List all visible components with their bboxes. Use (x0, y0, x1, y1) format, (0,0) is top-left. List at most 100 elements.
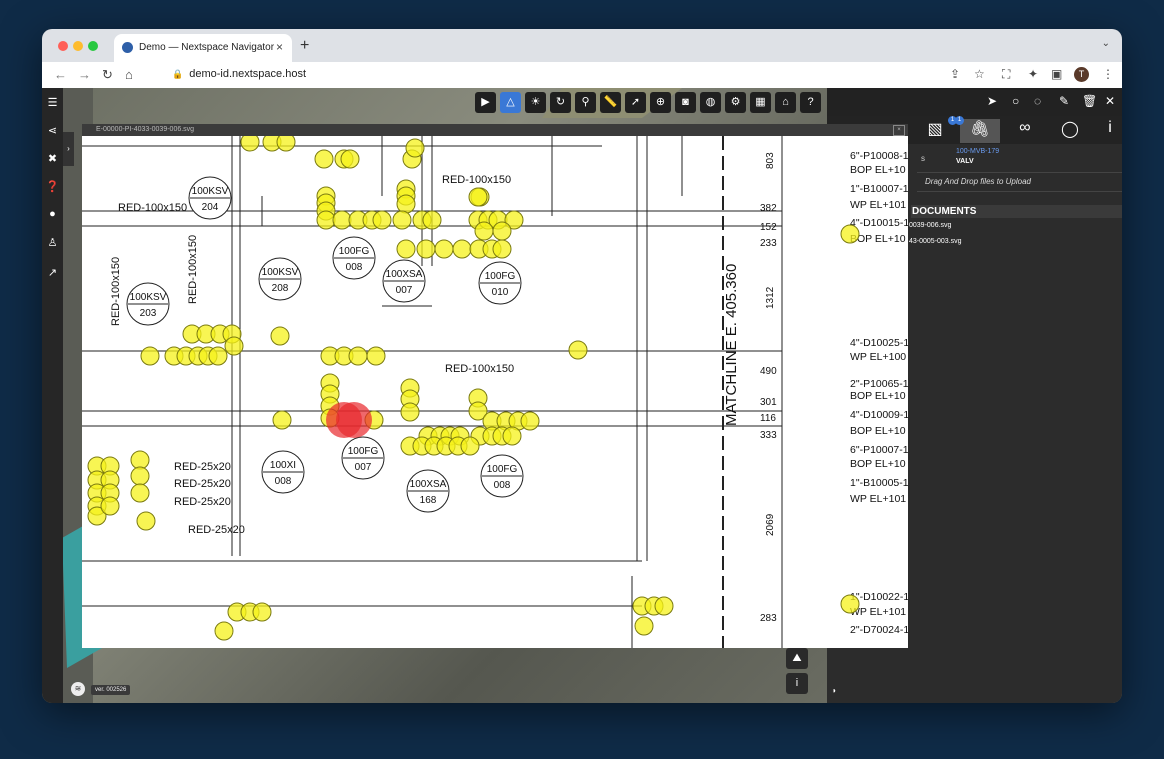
tab-links[interactable]: ∞ (1010, 119, 1040, 143)
dimension-value: 1312 (765, 286, 776, 309)
tab-attachments[interactable]: 🖇 (960, 119, 1000, 143)
screenshot-icon[interactable]: ⛶ (1002, 67, 1010, 82)
viewer-close-icon[interactable]: × (893, 125, 905, 136)
circle-icon[interactable]: ○ (1012, 94, 1019, 108)
reducer-label: RED-100x150 (442, 174, 511, 186)
forward-icon[interactable]: → (78, 67, 91, 82)
viewer-header: E-00000-PI-4033-0039-006.svg × (82, 124, 908, 136)
address-bar: ← → ↻ ⌂ 🔒 demo-id.nextspace.host ⇪ ☆ ⛶ ✦ … (42, 62, 1122, 89)
tag-marker (452, 239, 472, 259)
play-icon[interactable]: ▶ (475, 92, 496, 113)
pencil-icon[interactable]: ✎ (1059, 94, 1069, 108)
navigation-mode-icon[interactable]: △ (500, 92, 521, 113)
pipe-spec-label: 4"-D10025-1 (850, 337, 908, 349)
tag-marker (468, 187, 488, 207)
tag-marker (634, 616, 654, 636)
select-pointer-icon[interactable]: ➚ (625, 92, 646, 113)
help-icon[interactable]: ❓ (42, 180, 63, 193)
paperclip-icon: 🖇 (969, 121, 991, 138)
document-link[interactable]: 0039-006.svg (909, 222, 951, 229)
close-panel-icon[interactable]: ✕ (1105, 94, 1115, 108)
tag-marker (136, 511, 156, 531)
svg-drawing-viewer[interactable]: MATCHLINE E. 405.360 RED-100x150 RED-100x1… (82, 136, 908, 648)
reload-icon[interactable]: ↻ (102, 67, 113, 83)
profile-avatar[interactable]: T (1074, 67, 1089, 82)
reducer-label: RED-25x20 (174, 496, 231, 508)
tag-marker (316, 210, 336, 230)
maximize-window-button[interactable] (88, 41, 98, 51)
item-id[interactable]: 100-MVB-179 (956, 148, 999, 155)
home-icon[interactable]: ⌂ (125, 67, 133, 82)
sidepanel-icon[interactable]: ▣ (1051, 67, 1062, 81)
hide-eye-icon[interactable]: ◌ (1034, 94, 1041, 108)
instrument-tag: 100FG (485, 271, 516, 282)
minimize-window-button[interactable] (73, 41, 83, 51)
camera-icon[interactable]: ◙ (675, 92, 696, 113)
external-link-icon[interactable]: ↗ (42, 266, 63, 279)
instrument-number: 008 (346, 262, 363, 273)
extensions-icon[interactable]: ✦ (1028, 67, 1038, 81)
walk-person-icon[interactable]: ⚲ (575, 92, 596, 113)
tab-search-chevron-icon[interactable]: ⌄ (1102, 38, 1110, 49)
table-grid-icon[interactable]: ▦ (750, 92, 771, 113)
bookmark-star-icon[interactable]: ☆ (974, 67, 985, 81)
map-icon[interactable]: ⛰ (786, 648, 808, 669)
home-view-icon[interactable]: ⌂ (775, 92, 796, 113)
tag-marker (654, 596, 674, 616)
selected-tag-marker (336, 402, 372, 438)
instrument-number: 203 (140, 308, 157, 319)
trash-icon[interactable]: 🗑 (1082, 94, 1097, 108)
tag-marker (840, 224, 860, 244)
tag-marker (140, 346, 160, 366)
instrument-number: 208 (272, 283, 289, 294)
globe-icon[interactable]: ◍ (700, 92, 721, 113)
instrument-number: 168 (420, 495, 437, 506)
pipe-spec-label: WP EL+100 (850, 351, 906, 363)
info-button[interactable]: i (786, 673, 808, 694)
nextspace-favicon-icon (122, 42, 133, 53)
pipe-spec-label: BOP EL+10 (850, 164, 906, 176)
viewer-expand-icon[interactable]: › (63, 132, 74, 166)
tab-close-icon[interactable]: × (276, 40, 283, 54)
pid-drawing[interactable]: MATCHLINE E. 405.360 RED-100x150 RED-100x1… (82, 136, 908, 648)
share-icon[interactable]: ⇪ (950, 67, 960, 81)
lock-icon: 🔒 (172, 69, 184, 79)
tab-title: Demo — Nextspace Navigator (139, 42, 275, 53)
document-link[interactable]: 43-0005-003.svg (909, 238, 962, 245)
tag-marker (422, 210, 442, 230)
tab-images[interactable]: ▧ (920, 119, 950, 143)
tools-icon[interactable]: ✖ (42, 152, 63, 165)
dimension-value: 283 (760, 613, 777, 624)
close-window-button[interactable] (58, 41, 68, 51)
zoom-icon[interactable]: ⊕ (650, 92, 671, 113)
share-nodes-icon[interactable]: ⋖ (42, 124, 63, 137)
rotate-icon[interactable]: ↻ (550, 92, 571, 113)
dimension-value: 233 (760, 238, 777, 249)
info-icon: i (1108, 119, 1112, 136)
browser-menu-icon[interactable]: ⋮ (1102, 67, 1114, 81)
new-tab-button[interactable]: + (300, 37, 309, 55)
tab-comments[interactable]: ◯ (1055, 119, 1085, 143)
pipe-spec-label: WP EL+101 (850, 199, 906, 211)
browser-tab[interactable]: Demo — Nextspace Navigator × (114, 34, 292, 62)
pipe-spec-label: BOP EL+10 (850, 425, 906, 437)
rss-icon[interactable]: ◗ (832, 686, 837, 695)
url-field[interactable]: 🔒 demo-id.nextspace.host (172, 68, 306, 80)
tab-info[interactable]: i (1095, 119, 1122, 143)
help-circle-icon[interactable]: ? (800, 92, 821, 113)
measure-ruler-icon[interactable]: 📏 (600, 92, 621, 113)
pipe-spec-label: WP EL+101 (850, 493, 906, 505)
url-text: demo-id.nextspace.host (189, 68, 307, 80)
layers-person-icon[interactable]: ♙ (42, 236, 63, 249)
send-icon[interactable]: ➤ (987, 94, 997, 108)
user-icon[interactable]: ● (42, 208, 63, 220)
tag-marker (100, 496, 120, 516)
reducer-label: RED-25x20 (174, 478, 231, 490)
menu-icon[interactable]: ☰ (42, 96, 63, 109)
back-icon[interactable]: ← (54, 67, 67, 82)
layers-icon[interactable]: ≋ (71, 682, 85, 696)
settings-gear-icon[interactable]: ⚙ (725, 92, 746, 113)
tab-bar: Demo — Nextspace Navigator × + ⌄ (42, 29, 1122, 62)
light-icon[interactable]: ☀ (525, 92, 546, 113)
item-type: VALV (956, 158, 974, 165)
